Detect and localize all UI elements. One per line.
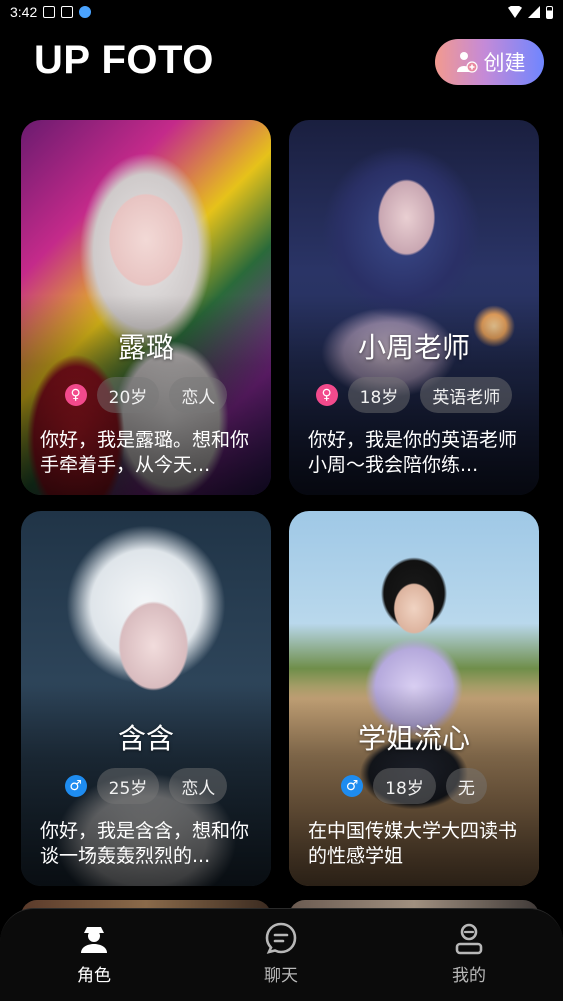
- role-tag: 英语老师: [420, 377, 513, 413]
- nav-tab-characters[interactable]: 角色: [44, 921, 144, 986]
- shield-icon: [43, 6, 56, 18]
- nav-tab-chat[interactable]: 聊天: [231, 921, 331, 986]
- security-icon: [61, 6, 74, 18]
- character-name: 小周老师: [357, 331, 470, 364]
- create-button-label: 创建: [483, 51, 526, 75]
- character-tags: ♂ 25岁 恋人: [21, 768, 271, 804]
- character-description: 你好，我是露璐。想和你手牵着手，从今天...: [40, 429, 250, 476]
- character-name: 含含: [117, 722, 174, 755]
- age-tag: 18岁: [347, 377, 411, 413]
- download-icon: [79, 6, 92, 18]
- nav-label: 角色: [77, 966, 111, 986]
- age-tag: 18岁: [373, 768, 436, 804]
- age-tag: 20岁: [96, 377, 160, 413]
- nav-tab-profile[interactable]: 我的: [419, 921, 519, 986]
- create-button[interactable]: 创建: [435, 39, 544, 85]
- status-time: 3:42: [10, 4, 38, 20]
- add-user-icon: [456, 52, 478, 73]
- nav-label: 我的: [452, 966, 486, 986]
- status-bar: 3:42: [0, 0, 563, 24]
- character-tags: ♀ 18岁 英语老师: [289, 377, 539, 413]
- female-icon: ♀: [315, 384, 338, 406]
- male-icon: ♂: [341, 775, 364, 797]
- character-description: 在中国传媒大学大四读书的性感学姐: [308, 820, 518, 867]
- app-title: UP FOTO: [34, 38, 214, 82]
- age-tag: 25岁: [96, 768, 160, 804]
- signal-icon: [528, 6, 540, 18]
- profile-icon: [455, 923, 483, 955]
- role-tag: 无: [445, 768, 487, 804]
- character-card[interactable]: 小周老师 ♀ 18岁 英语老师 你好，我是你的英语老师小周～我会陪你练...: [289, 120, 539, 495]
- role-tag: 恋人: [169, 377, 228, 413]
- female-icon: ♀: [64, 384, 87, 406]
- bottom-nav: 角色 聊天 我的: [0, 908, 563, 1001]
- character-card[interactable]: 露璐 ♀ 20岁 恋人 你好，我是露璐。想和你手牵着手，从今天...: [21, 120, 271, 495]
- male-icon: ♂: [64, 775, 87, 797]
- character-name: 学姐流心: [357, 722, 470, 755]
- character-card[interactable]: 学姐流心 ♂ 18岁 无 在中国传媒大学大四读书的性感学姐: [289, 511, 539, 886]
- character-card[interactable]: 含含 ♂ 25岁 恋人 你好，我是含含，想和你谈一场轰轰烈烈的...: [21, 511, 271, 886]
- wifi-icon: [508, 6, 522, 18]
- battery-icon: [546, 5, 553, 19]
- character-icon: [81, 927, 107, 953]
- role-tag: 恋人: [169, 768, 228, 804]
- character-tags: ♀ 20岁 恋人: [21, 377, 271, 413]
- character-name: 露璐: [117, 331, 174, 364]
- character-tags: ♂ 18岁 无: [289, 768, 539, 804]
- character-description: 你好，我是含含，想和你谈一场轰轰烈烈的...: [40, 820, 250, 867]
- character-description: 你好，我是你的英语老师小周～我会陪你练...: [308, 429, 518, 476]
- nav-label: 聊天: [264, 966, 298, 986]
- chat-icon: [265, 922, 297, 954]
